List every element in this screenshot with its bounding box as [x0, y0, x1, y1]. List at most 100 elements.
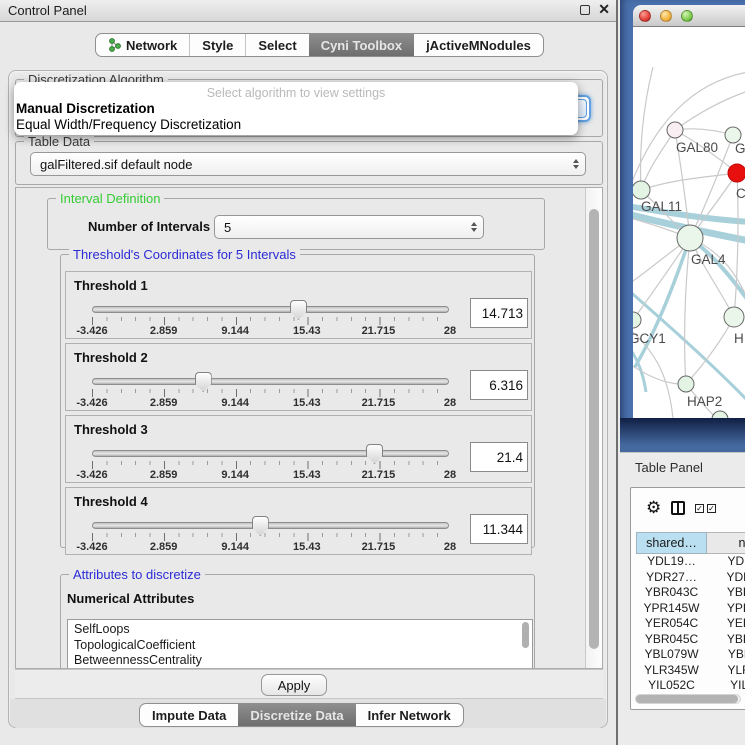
label-partial-g: G	[735, 141, 745, 156]
threshold-value-field[interactable]: 21.4	[470, 442, 528, 472]
columns-icon[interactable]	[671, 501, 685, 515]
table-body: YDL19…YDL1 YDR27…YDR2 YBR043CYBR0 YPR145…	[636, 554, 745, 694]
network-window-titlebar[interactable]	[633, 5, 745, 27]
table-row[interactable]: YBR045CYBR0	[636, 632, 745, 648]
table-row[interactable]: YIL052CYIL0	[636, 678, 745, 694]
network-canvas[interactable]: GAL80 GAL11 GAL4 GCY1 HAP2 G C H	[633, 27, 745, 418]
group-title: Attributes to discretize	[69, 567, 205, 582]
float-icon[interactable]	[580, 5, 590, 15]
tab-impute-data[interactable]: Impute Data	[140, 704, 238, 726]
tab-network[interactable]: Network	[96, 34, 189, 56]
node-gal11[interactable]	[633, 181, 650, 199]
attributes-group: Attributes to discretize Numerical Attri…	[60, 574, 535, 669]
node-hap2[interactable]	[678, 376, 694, 392]
table-row[interactable]: YBL079WYBL0	[636, 647, 745, 663]
list-item[interactable]: SelfLoops	[74, 622, 532, 638]
slider-track[interactable]	[92, 450, 449, 457]
attributes-list[interactable]: SelfLoops TopologicalCoefficient Between…	[67, 619, 533, 669]
list-item[interactable]: BetweennessCentrality	[74, 653, 532, 669]
tab-cyni-toolbox[interactable]: Cyni Toolbox	[309, 34, 414, 56]
dropdown-option-manual-discretization[interactable]: Manual Discretization	[16, 101, 155, 116]
apply-bar: Apply	[15, 669, 603, 699]
slider-track[interactable]	[92, 522, 449, 529]
label-partial-h: H	[734, 331, 744, 346]
threshold-slider[interactable]	[92, 522, 449, 530]
tick-labels: -3.426 2.859 9.144 15.43 21.715 28	[92, 541, 450, 553]
minimize-traffic-light-icon[interactable]	[660, 10, 672, 22]
node-bottom[interactable]	[712, 411, 728, 418]
gear-icon[interactable]: ⚙	[646, 499, 661, 516]
table-panel-header: Table Panel	[620, 452, 745, 482]
tab-jactivemnodules[interactable]: jActiveMNodules	[414, 34, 543, 56]
node-highlighted-red[interactable]	[728, 164, 745, 182]
table-row[interactable]: YBR043CYBR0	[636, 585, 745, 601]
threshold-row: Threshold 4 -3.426 2.859 9.144 15.43 21.…	[65, 487, 532, 555]
list-scrollbar[interactable]	[521, 622, 530, 662]
combo-value: galFiltered.sif default node	[40, 157, 192, 172]
screenshot-root: Control Panel ✕ Network Style Select Cyn…	[0, 0, 745, 745]
list-item[interactable]: TopologicalCoefficient	[74, 638, 532, 654]
table-row[interactable]: YDR27…YDR2	[636, 570, 745, 586]
group-title: Table Data	[24, 134, 94, 149]
threshold-value-field[interactable]: 11.344	[470, 514, 528, 544]
tab-style[interactable]: Style	[189, 34, 245, 56]
tab-infer-network[interactable]: Infer Network	[356, 704, 463, 726]
table-row[interactable]: YER054CYER0	[636, 616, 745, 632]
tab-select[interactable]: Select	[245, 34, 308, 56]
threshold-row: Threshold 2 -3.426 2.859 9.144 15.43 21.…	[65, 343, 532, 411]
threshold-slider[interactable]	[92, 306, 449, 314]
node-gal80[interactable]	[667, 122, 683, 138]
slider-track[interactable]	[92, 306, 449, 313]
num-intervals-label: Number of Intervals	[88, 219, 210, 234]
checkbox-checked-icon[interactable]: ✓	[707, 504, 716, 513]
interval-definition-group: Interval Definition Number of Intervals …	[47, 198, 545, 250]
label-gal80: GAL80	[676, 140, 718, 155]
apply-button[interactable]: Apply	[261, 674, 327, 696]
threshold-label: Threshold 4	[74, 494, 148, 509]
threshold-slider[interactable]	[92, 450, 449, 458]
network-graph: GAL80 GAL11 GAL4 GCY1 HAP2 G C H	[633, 27, 745, 418]
table-horizontal-scrollbar[interactable]	[635, 694, 741, 704]
right-column: GAL80 GAL11 GAL4 GCY1 HAP2 G C H Table P…	[620, 0, 745, 745]
label-gal11: GAL11	[641, 199, 682, 214]
threshold-slider[interactable]	[92, 378, 449, 386]
threshold-label: Threshold 3	[74, 422, 148, 437]
threshold-label: Threshold 2	[74, 350, 148, 365]
column-header-name[interactable]: n	[707, 532, 745, 554]
tick-labels: -3.426 2.859 9.144 15.43 21.715 28	[92, 325, 450, 337]
tab-discretize-data[interactable]: Discretize Data	[238, 704, 355, 726]
group-title: Threshold's Coordinates for 5 Intervals	[69, 247, 300, 262]
close-icon[interactable]: ✕	[598, 3, 610, 15]
table-row[interactable]: YDL19…YDL1	[636, 554, 745, 570]
combo-value: 5	[224, 220, 231, 235]
tick-strip	[92, 533, 450, 541]
node-gcy1[interactable]	[633, 312, 641, 328]
table-panel: ⚙ ✓ ✓ shared… n YDL19…YDL1 YDR27…YDR2 YB…	[630, 487, 745, 710]
numerical-attributes-label: Numerical Attributes	[67, 591, 194, 606]
threshold-value-field[interactable]: 6.316	[470, 370, 528, 400]
table-data-group: Table Data galFiltered.sif default node	[15, 141, 603, 185]
slider-track[interactable]	[92, 378, 449, 385]
tick-labels: -3.426 2.859 9.144 15.43 21.715 28	[92, 469, 450, 481]
column-header-shared-name[interactable]: shared…	[636, 532, 707, 554]
dropdown-option-equal-width[interactable]: Equal Width/Frequency Discretization	[16, 117, 241, 132]
zoom-traffic-light-icon[interactable]	[681, 10, 693, 22]
panel-vertical-scrollbar[interactable]	[585, 188, 602, 668]
tick-strip	[92, 461, 450, 469]
bottom-tab-strip: Impute Data Discretize Data Infer Networ…	[10, 699, 606, 728]
network-window: GAL80 GAL11 GAL4 GCY1 HAP2 G C H	[620, 0, 745, 452]
window-bottom-frame	[620, 418, 745, 452]
network-tree-icon	[108, 38, 121, 52]
threshold-label: Threshold 1	[74, 278, 148, 293]
close-traffic-light-icon[interactable]	[639, 10, 651, 22]
num-intervals-combobox[interactable]: 5	[214, 215, 484, 239]
tick-labels: -3.426 2.859 9.144 15.43 21.715 28	[92, 397, 450, 409]
node-gal4[interactable]	[677, 225, 703, 251]
node-partial-h[interactable]	[724, 307, 744, 327]
table-data-combobox[interactable]: galFiltered.sif default node	[30, 152, 586, 176]
threshold-value-field[interactable]: 14.713	[470, 298, 528, 328]
table-row[interactable]: YLR345WYLR3	[636, 663, 745, 679]
checkbox-checked-icon[interactable]: ✓	[695, 504, 704, 513]
table-row[interactable]: YPR145WYPR1	[636, 601, 745, 617]
group-title: Interval Definition	[56, 191, 164, 206]
